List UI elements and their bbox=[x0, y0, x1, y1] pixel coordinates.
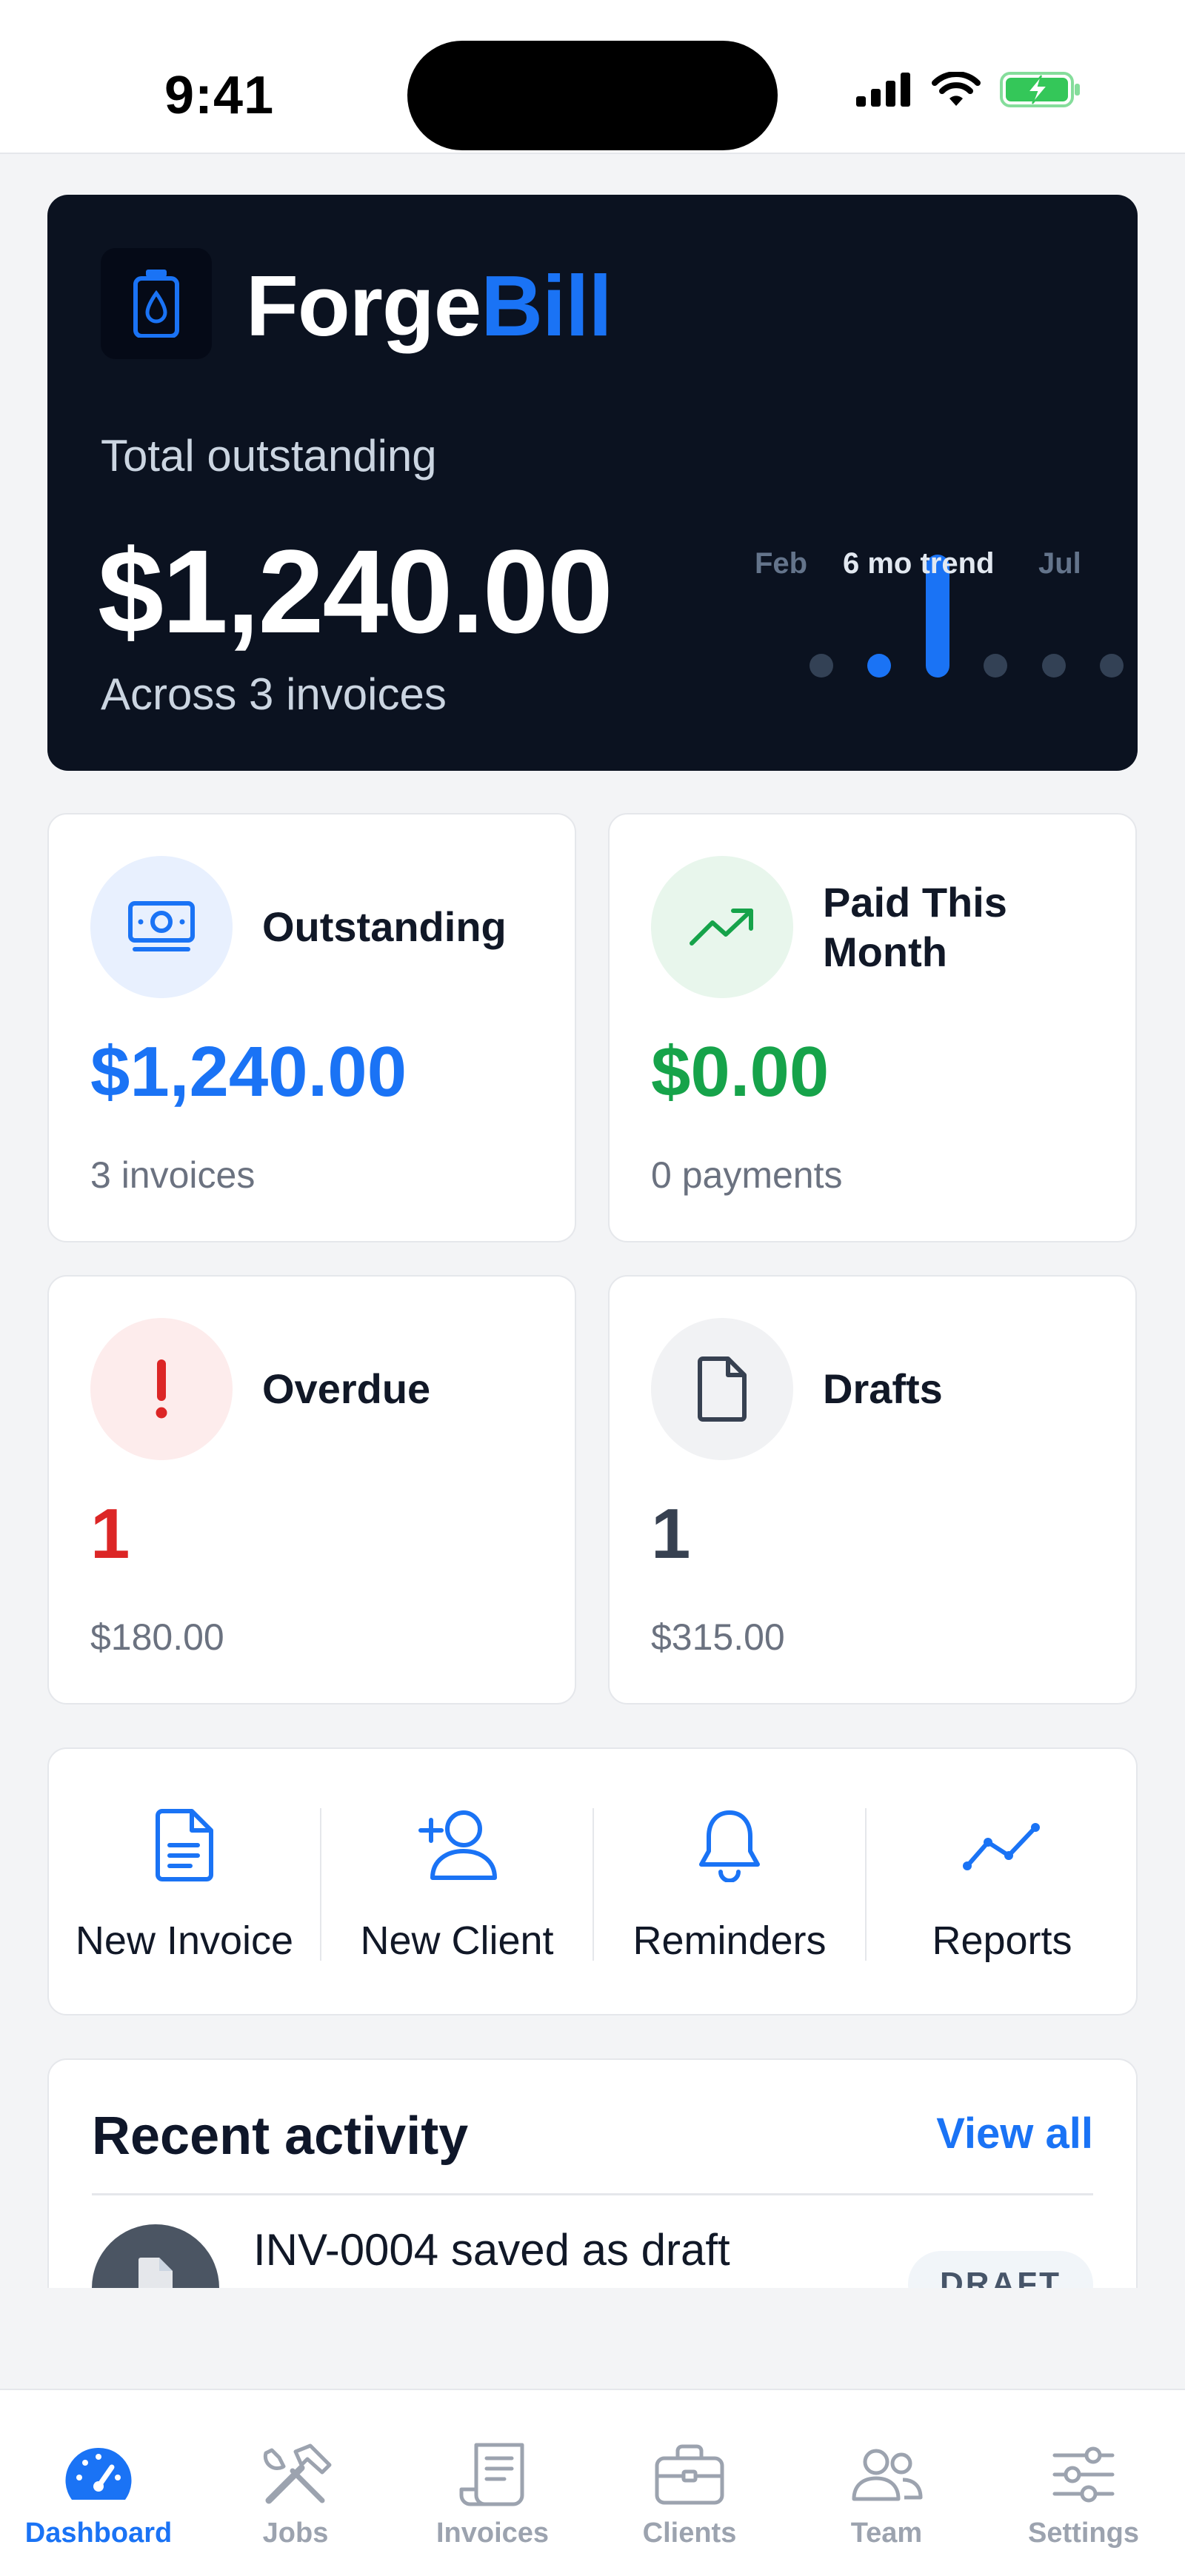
tab-label: Jobs bbox=[262, 2518, 329, 2549]
stat-subtitle: $315.00 bbox=[651, 1616, 785, 1658]
view-all-link[interactable]: View all bbox=[936, 2109, 1093, 2158]
total-outstanding-amount: $1,240.00 bbox=[98, 525, 613, 658]
brand-logo bbox=[101, 248, 212, 359]
bottom-tab-bar: Dashboard Jobs Invoices Clients Team Set… bbox=[0, 2389, 1185, 2576]
add-user-icon bbox=[418, 1810, 497, 1880]
trend-start-label: Feb bbox=[755, 547, 808, 580]
tab-jobs[interactable]: Jobs bbox=[197, 2390, 394, 2576]
activity-avatar bbox=[92, 2224, 219, 2288]
trend-dot bbox=[810, 654, 833, 678]
stat-value: 1 bbox=[90, 1494, 130, 1573]
battery-charging-icon bbox=[1000, 72, 1080, 107]
brand-name-part2: Bill bbox=[481, 258, 612, 354]
dynamic-island bbox=[407, 41, 778, 150]
stat-subtitle: 0 payments bbox=[651, 1154, 843, 1196]
action-label: New Invoice bbox=[75, 1918, 294, 1963]
signal-icon bbox=[856, 73, 910, 107]
reports-button[interactable]: Reports bbox=[867, 1808, 1138, 1964]
document-icon bbox=[698, 1356, 747, 1422]
trend-dot bbox=[1100, 654, 1124, 678]
recent-activity-title: Recent activity bbox=[92, 2107, 469, 2166]
tab-dashboard[interactable]: Dashboard bbox=[0, 2390, 197, 2576]
new-client-button[interactable]: New Client bbox=[321, 1808, 592, 1964]
brand-name: ForgeBill bbox=[246, 263, 612, 349]
tab-label: Invoices bbox=[435, 2518, 550, 2549]
stat-card-paid-this-month[interactable]: Paid This Month $0.00 0 payments bbox=[608, 813, 1137, 1242]
trend-end-label: Jul bbox=[1038, 547, 1081, 580]
stat-card-overdue[interactable]: Overdue 1 $180.00 bbox=[47, 1275, 576, 1704]
status-badge: DRAFT bbox=[908, 2251, 1093, 2288]
trend-caption: 6 mo trend bbox=[843, 547, 995, 580]
total-outstanding-label: Total outstanding bbox=[101, 431, 437, 481]
trending-up-icon bbox=[690, 909, 753, 946]
stat-value: $0.00 bbox=[651, 1032, 830, 1111]
tab-clients[interactable]: Clients bbox=[591, 2390, 788, 2576]
stat-icon-wrap bbox=[651, 856, 793, 998]
tab-settings[interactable]: Settings bbox=[985, 2390, 1182, 2576]
alert-icon bbox=[156, 1359, 167, 1419]
brand-name-part1: Forge bbox=[246, 258, 481, 354]
reminders-button[interactable]: Reminders bbox=[594, 1808, 865, 1964]
tab-label: Clients bbox=[642, 2518, 737, 2549]
tab-invoices[interactable]: Invoices bbox=[394, 2390, 591, 2576]
recent-activity-panel: Recent activity View all INV-0004 saved … bbox=[47, 2058, 1138, 2288]
stat-title: Paid This Month bbox=[823, 878, 1007, 975]
tab-label: Settings bbox=[1028, 2518, 1139, 2549]
stat-subtitle: $180.00 bbox=[90, 1616, 224, 1658]
activity-divider bbox=[92, 2193, 1093, 2195]
app-screen: 9:41 ForgeBill Total outstanding $1,240.… bbox=[0, 0, 1185, 2576]
stat-subtitle: 3 invoices bbox=[90, 1154, 256, 1196]
tab-label: Team bbox=[850, 2518, 923, 2549]
outstanding-summary-card: ForgeBill Total outstanding $1,240.00 Ac… bbox=[47, 195, 1138, 771]
status-time: 9:41 bbox=[164, 66, 275, 125]
stat-value: $1,240.00 bbox=[90, 1032, 407, 1111]
stat-icon-wrap bbox=[90, 856, 233, 998]
team-icon bbox=[852, 2449, 923, 2501]
stat-title: Outstanding bbox=[262, 903, 507, 951]
action-label: Reports bbox=[932, 1918, 1072, 1963]
action-label: New Client bbox=[360, 1918, 554, 1963]
fuel-drop-icon bbox=[133, 270, 179, 338]
chart-line-icon bbox=[963, 1823, 1040, 1870]
wifi-icon bbox=[932, 72, 981, 106]
briefcase-icon bbox=[655, 2444, 724, 2505]
stat-icon-wrap bbox=[651, 1318, 793, 1460]
stat-title: Overdue bbox=[262, 1365, 431, 1413]
stat-icon-wrap bbox=[90, 1318, 233, 1460]
tools-icon bbox=[263, 2443, 332, 2504]
tab-label: Dashboard bbox=[24, 2518, 173, 2549]
quick-actions-panel: New Invoice New Client Reminders Reports bbox=[47, 1747, 1138, 2015]
stat-card-drafts[interactable]: Drafts 1 $315.00 bbox=[608, 1275, 1137, 1704]
sliders-icon bbox=[1052, 2446, 1115, 2503]
cash-icon bbox=[128, 901, 195, 951]
status-bar: 9:41 bbox=[0, 0, 1185, 154]
invoice-count-caption: Across 3 invoices bbox=[101, 669, 447, 719]
stat-card-outstanding[interactable]: Outstanding $1,240.00 3 invoices bbox=[47, 813, 576, 1242]
document-icon bbox=[138, 2258, 173, 2288]
receipt-icon bbox=[459, 2443, 524, 2506]
tab-team[interactable]: Team bbox=[788, 2390, 985, 2576]
new-invoice-icon bbox=[156, 1809, 213, 1881]
stat-title: Drafts bbox=[823, 1365, 943, 1413]
action-label: Reminders bbox=[632, 1918, 827, 1963]
trend-dot bbox=[867, 654, 891, 678]
bell-icon bbox=[699, 1810, 760, 1882]
status-icons bbox=[856, 71, 1081, 108]
trend-dot bbox=[984, 654, 1007, 678]
new-invoice-button[interactable]: New Invoice bbox=[49, 1808, 320, 1964]
gauge-icon bbox=[65, 2447, 132, 2500]
stat-value: 1 bbox=[651, 1494, 691, 1573]
activity-text: INV-0004 saved as draft bbox=[253, 2225, 730, 2275]
trend-dot bbox=[1042, 654, 1066, 678]
